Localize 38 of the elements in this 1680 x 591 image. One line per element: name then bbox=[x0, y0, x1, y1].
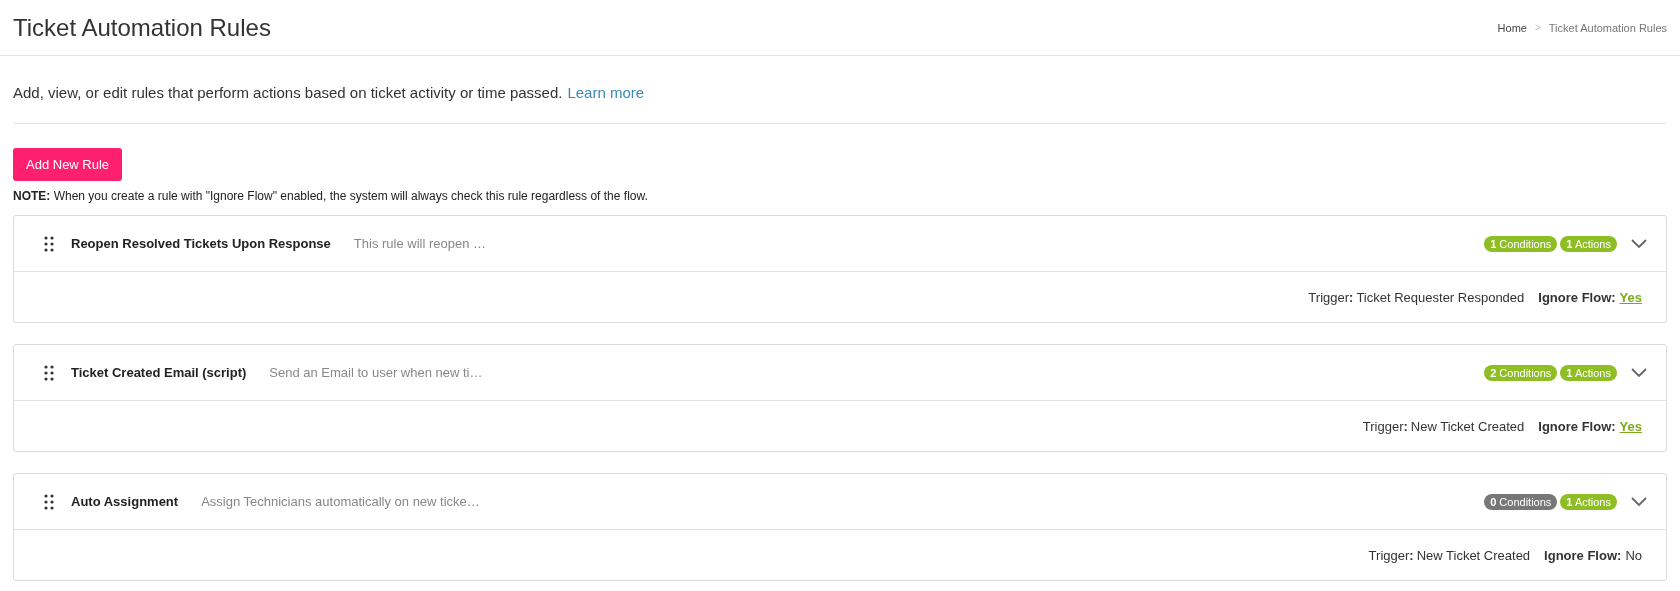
page-description: Add, view, or edit rules that perform actions based on ticket activity or time passed. bbox=[13, 84, 563, 101]
drag-handle-icon[interactable] bbox=[44, 235, 54, 252]
count-badge: 2 Conditions bbox=[1484, 364, 1558, 381]
drag-handle-icon[interactable] bbox=[44, 364, 54, 381]
count-badge: 1 Actions bbox=[1560, 364, 1617, 381]
rule-name: Auto Assignment bbox=[71, 494, 179, 509]
trigger-value: Ticket Requester Responded bbox=[1356, 289, 1525, 305]
breadcrumb-link[interactable]: Home bbox=[1497, 21, 1527, 34]
note-text: NOTE: When you create a rule with "Ignore Flow" enabled, the system will always check this rule regardless of the flow. bbox=[13, 189, 649, 203]
rule-name: Ticket Created Email (script) bbox=[71, 365, 247, 380]
chevron-down-icon[interactable] bbox=[1631, 496, 1647, 507]
ignore-flow-value: No bbox=[1625, 547, 1642, 563]
page-title: Ticket Automation Rules bbox=[13, 13, 271, 42]
trigger-label: Trigger: bbox=[1308, 289, 1354, 305]
trigger-label: Trigger: bbox=[1368, 547, 1414, 563]
rule-name: Reopen Resolved Tickets Upon Response bbox=[71, 236, 331, 251]
rule-summary: Send an Email to user when new ti… bbox=[269, 365, 483, 380]
add-rule-button[interactable]: Add New Rule bbox=[13, 148, 123, 181]
ignore-flow-label: Ignore Flow: bbox=[1538, 418, 1616, 434]
count-badge: 1 Actions bbox=[1560, 493, 1617, 510]
trigger-value: New Ticket Created bbox=[1416, 547, 1531, 563]
chevron-down-icon[interactable] bbox=[1631, 367, 1647, 378]
trigger-label: Trigger: bbox=[1362, 418, 1408, 434]
breadcrumb-separator: > bbox=[1534, 22, 1541, 33]
ignore-flow-label: Ignore Flow: bbox=[1538, 289, 1616, 305]
rule-summary: Assign Technicians automatically on new ticke… bbox=[201, 494, 480, 509]
breadcrumb-current: Ticket Automation Rules bbox=[1548, 21, 1667, 34]
count-badge: 1 Conditions bbox=[1484, 235, 1558, 252]
rule-summary: This rule will reopen … bbox=[353, 236, 487, 251]
trigger-value: New Ticket Created bbox=[1410, 418, 1525, 434]
learn-more-link[interactable]: Learn more bbox=[567, 84, 645, 101]
ignore-flow-link[interactable]: Yes bbox=[1619, 289, 1642, 305]
ignore-flow-link[interactable]: Yes bbox=[1619, 418, 1642, 434]
chevron-down-icon[interactable] bbox=[1631, 238, 1647, 249]
ignore-flow-label: Ignore Flow: bbox=[1544, 547, 1622, 563]
count-badge: 0 Conditions bbox=[1484, 493, 1558, 510]
count-badge: 1 Actions bbox=[1560, 235, 1617, 252]
drag-handle-icon[interactable] bbox=[44, 493, 54, 510]
